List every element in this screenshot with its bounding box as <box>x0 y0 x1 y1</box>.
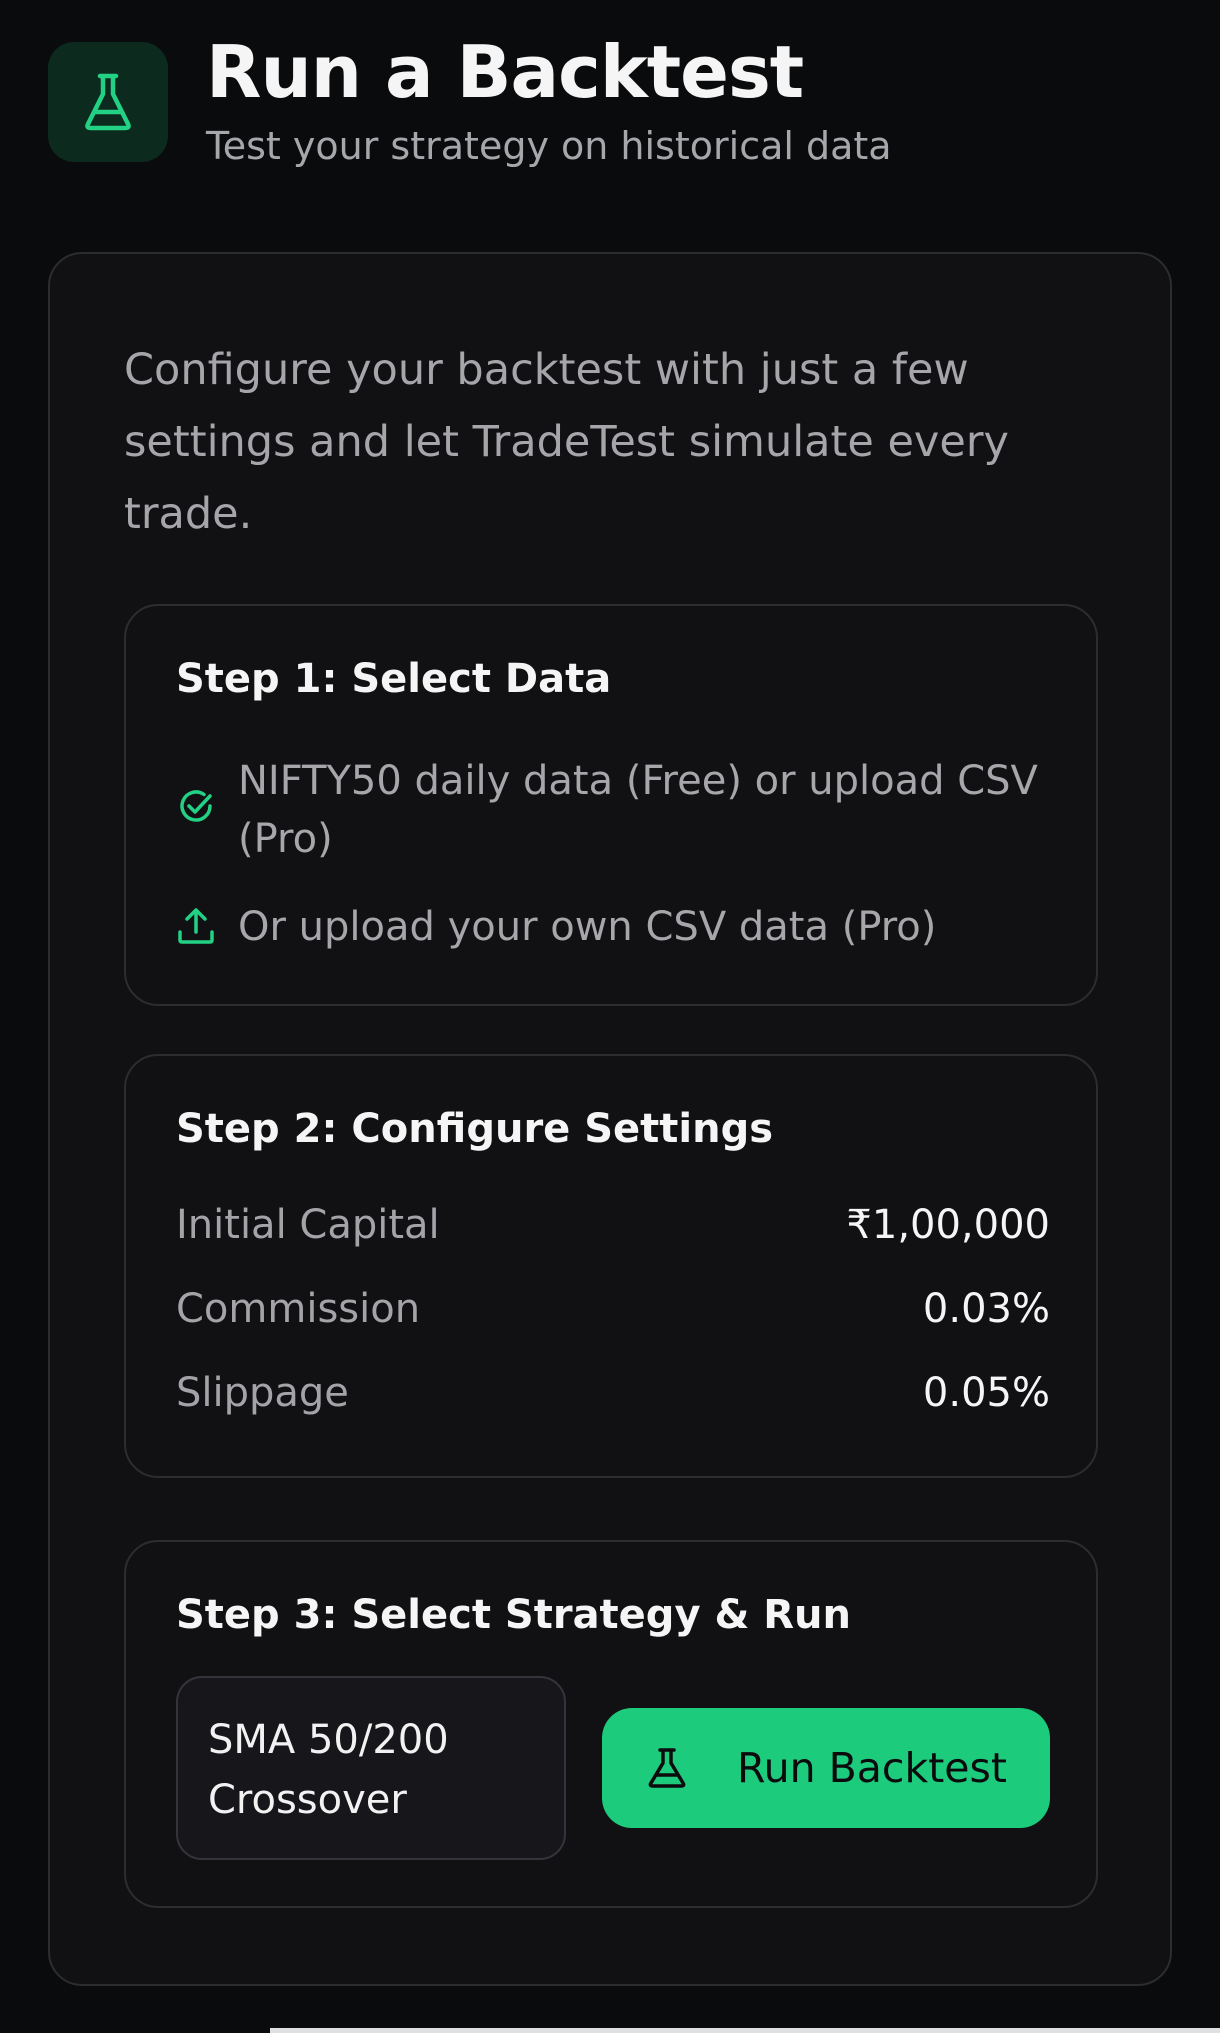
setting-initial-capital: Initial Capital ₹1,00,000 <box>176 1202 1050 1248</box>
step-title: Step 2: Configure Settings <box>176 1106 774 1152</box>
backtest-card: Configure your backtest with just a few … <box>48 252 1172 1986</box>
home-indicator <box>270 2028 1220 2033</box>
data-option-label: Or upload your own CSV data (Pro) <box>238 904 937 950</box>
setting-label: Slippage <box>176 1370 349 1416</box>
run-backtest-label: Run Backtest <box>737 1744 1007 1792</box>
setting-commission: Commission 0.03% <box>176 1286 1050 1332</box>
step-configure-settings: Step 2: Configure Settings Initial Capit… <box>124 1054 1098 1478</box>
setting-value: 0.05% <box>922 1370 1050 1416</box>
logo-badge <box>48 42 168 162</box>
run-backtest-button[interactable]: Run Backtest <box>602 1708 1050 1828</box>
intro-text: Configure your backtest with just a few … <box>124 345 1009 539</box>
strategy-select[interactable]: SMA 50/200 Crossover <box>176 1676 566 1860</box>
step-title: Step 3: Select Strategy & Run <box>176 1592 851 1638</box>
page-header: Run a Backtest Test your strategy on his… <box>48 30 892 168</box>
setting-slippage: Slippage 0.05% <box>176 1370 1050 1416</box>
flask-icon <box>85 73 131 131</box>
step-select-data: Step 1: Select Data NIFTY50 daily data (… <box>124 604 1098 1006</box>
upload-icon <box>178 908 214 944</box>
setting-value: ₹1,00,000 <box>846 1202 1050 1248</box>
page-title: Run a Backtest <box>206 30 804 114</box>
flask-icon <box>648 1748 686 1788</box>
step-title: Step 1: Select Data <box>176 656 612 702</box>
setting-value: 0.03% <box>922 1286 1050 1332</box>
setting-label: Commission <box>176 1286 421 1332</box>
data-option-nifty[interactable]: NIFTY50 daily data (Free) or upload CSV … <box>176 752 1058 868</box>
check-circle-icon <box>180 790 212 822</box>
setting-label: Initial Capital <box>176 1202 440 1248</box>
page-subtitle: Test your strategy on historical data <box>206 124 892 168</box>
data-option-upload[interactable]: Or upload your own CSV data (Pro) <box>176 898 1058 956</box>
step-select-strategy: Step 3: Select Strategy & Run SMA 50/200… <box>124 1540 1098 1908</box>
data-option-label: NIFTY50 daily data (Free) or upload CSV … <box>238 758 1038 862</box>
